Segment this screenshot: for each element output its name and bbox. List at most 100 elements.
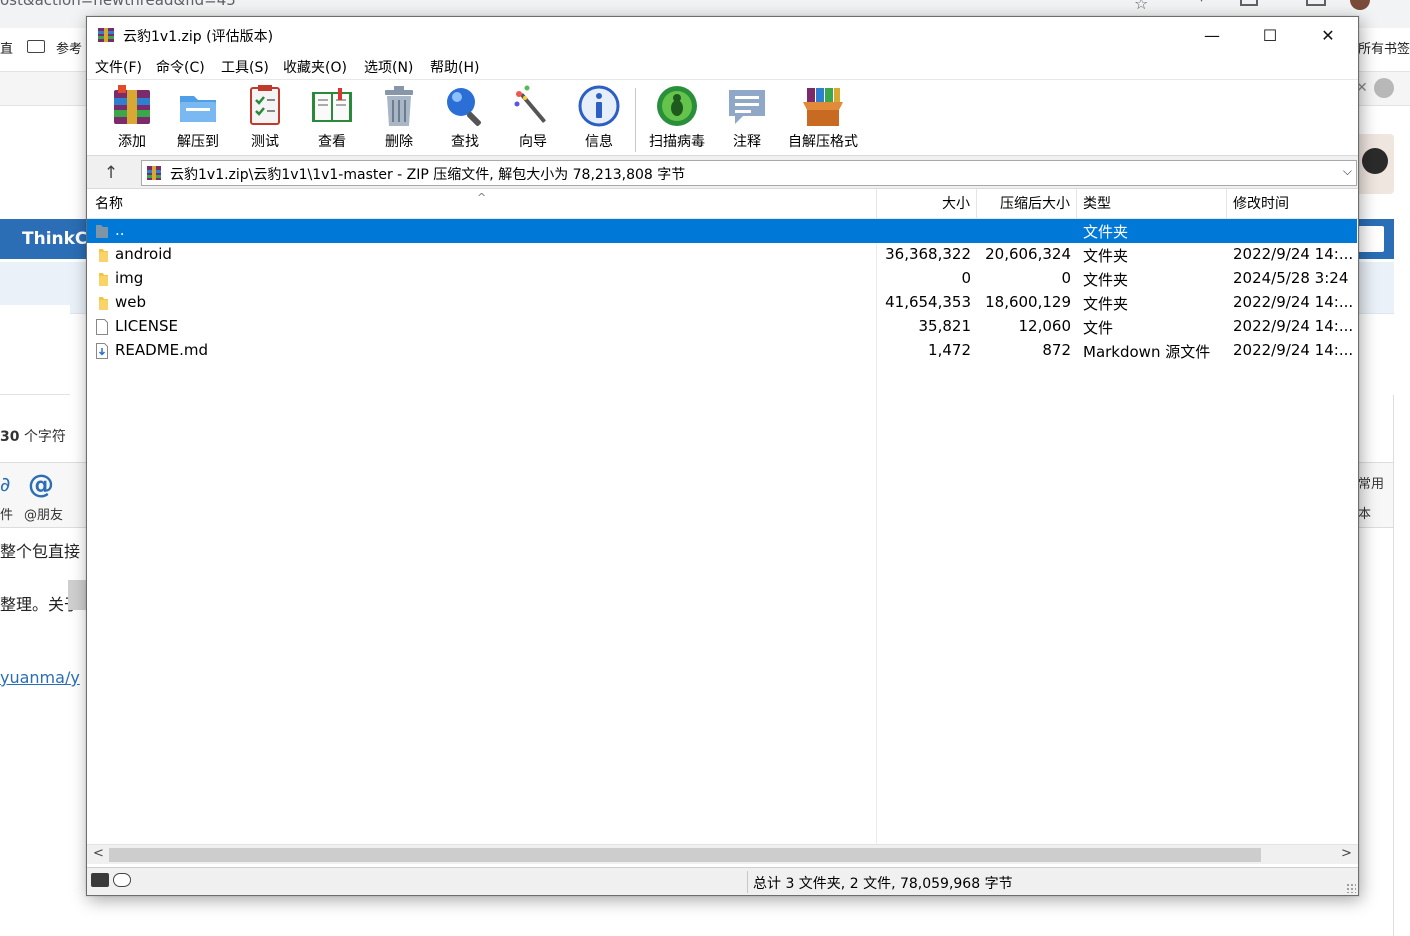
wizard-label: 向导 bbox=[519, 134, 547, 150]
editor-scrollbar[interactable] bbox=[68, 580, 88, 610]
virus-scan-button[interactable]: 扫描病毒 bbox=[645, 84, 709, 154]
delete-icon bbox=[385, 86, 413, 126]
column-name[interactable]: 名称 ^ bbox=[87, 189, 877, 219]
menu-file[interactable]: 文件(F) bbox=[95, 57, 142, 77]
test-button[interactable]: 测试 bbox=[243, 84, 287, 154]
resize-grip[interactable] bbox=[1346, 883, 1356, 893]
status-divider bbox=[747, 871, 748, 893]
file-modified: 2024/5/28 3:24 bbox=[1233, 269, 1349, 287]
char-counter: 30 个字符 bbox=[0, 429, 66, 445]
comment-button[interactable]: 注释 bbox=[725, 84, 769, 154]
attach-label[interactable]: 件 bbox=[0, 504, 13, 523]
address-path: 云豹1v1.zip\云豹1v1\1v1-master - ZIP 压缩文件, 解… bbox=[170, 167, 686, 183]
file-row-img[interactable]: img 0 0 文件夹 2024/5/28 3:24 bbox=[87, 267, 1357, 291]
winrar-window: 云豹1v1.zip (评估版本) — ☐ ✕ 文件(F) 命令(C) 工具(S)… bbox=[86, 16, 1359, 896]
column-modified[interactable]: 修改时间 bbox=[1227, 189, 1357, 219]
close-button[interactable]: ✕ bbox=[1299, 17, 1357, 53]
file-type: 文件夹 bbox=[1083, 295, 1129, 313]
address-row: ↑ 云豹1v1.zip\云豹1v1\1v1-master - ZIP 压缩文件,… bbox=[87, 155, 1358, 189]
right-tab-text[interactable]: 本 bbox=[1358, 503, 1371, 522]
info-icon bbox=[578, 85, 620, 127]
extract-to-button[interactable]: 解压到 bbox=[173, 84, 223, 154]
mention-icon[interactable]: @ bbox=[28, 470, 54, 500]
bookmark-folder-label[interactable]: 参考 bbox=[56, 38, 82, 57]
file-row-android[interactable]: android 36,368,322 20,606,324 文件夹 2022/9… bbox=[87, 243, 1357, 267]
maximize-button[interactable]: ☐ bbox=[1241, 17, 1299, 53]
file-name: img bbox=[115, 269, 144, 287]
profile-avatar[interactable] bbox=[1350, 0, 1370, 10]
delete-label: 删除 bbox=[385, 134, 413, 150]
user-avatar bbox=[1356, 134, 1394, 194]
file-type: 文件夹 bbox=[1083, 247, 1129, 265]
key-icon[interactable] bbox=[113, 873, 131, 887]
attach-icon[interactable]: ∂ bbox=[0, 472, 10, 496]
chevron-down-icon[interactable]: ⌵ bbox=[1343, 164, 1352, 179]
comment-icon bbox=[729, 90, 765, 124]
download-icon[interactable] bbox=[1306, 0, 1326, 6]
info-button[interactable]: 信息 bbox=[577, 84, 621, 154]
test-label: 测试 bbox=[251, 134, 279, 150]
file-name: README.md bbox=[115, 341, 209, 359]
scroll-left-icon[interactable]: < bbox=[93, 846, 104, 861]
column-size[interactable]: 大小 bbox=[877, 189, 977, 219]
file-packed-size: 18,600,129 bbox=[985, 293, 1071, 311]
file-row-readme[interactable]: README.md 1,472 872 Markdown 源文件 2022/9/… bbox=[87, 339, 1357, 363]
menu-help[interactable]: 帮助(H) bbox=[430, 57, 479, 77]
extensions-icon[interactable] bbox=[1240, 0, 1258, 6]
find-button[interactable]: 查找 bbox=[443, 84, 487, 154]
site-brand[interactable]: ThinkC bbox=[22, 229, 87, 249]
column-type[interactable]: 类型 bbox=[1077, 189, 1227, 219]
file-packed-size: 20,606,324 bbox=[985, 245, 1071, 263]
list-header: 名称 ^ 大小 压缩后大小 类型 修改时间 bbox=[87, 189, 1358, 219]
add-button[interactable]: 添加 bbox=[109, 84, 155, 154]
bookmark-left-text[interactable]: 直 bbox=[0, 38, 13, 57]
column-packed-size[interactable]: 压缩后大小 bbox=[977, 189, 1077, 219]
file-packed-size: 0 bbox=[1061, 269, 1071, 287]
site-search-box[interactable] bbox=[1358, 226, 1384, 252]
file-icon bbox=[96, 319, 108, 335]
zip-archive-icon bbox=[147, 166, 161, 180]
palette-icon[interactable] bbox=[1374, 78, 1394, 98]
scroll-right-icon[interactable]: > bbox=[1341, 846, 1352, 861]
sort-ascending-icon: ^ bbox=[477, 191, 487, 204]
menu-favorites[interactable]: 收藏夹(O) bbox=[283, 57, 347, 77]
file-modified: 2022/9/24 14:... bbox=[1233, 245, 1354, 263]
wizard-button[interactable]: 向导 bbox=[511, 84, 555, 154]
wizard-icon bbox=[514, 85, 546, 123]
menu-bar: 文件(F) 命令(C) 工具(S) 收藏夹(O) 选项(N) 帮助(H) bbox=[87, 55, 1358, 79]
sfx-button[interactable]: 自解压格式 bbox=[785, 84, 861, 154]
drive-icon[interactable] bbox=[91, 873, 109, 887]
extract-to-icon bbox=[180, 96, 216, 122]
all-bookmarks-label[interactable]: 所有书签 bbox=[1358, 38, 1410, 57]
side-panel bbox=[0, 305, 70, 395]
winrar-app-icon bbox=[98, 28, 114, 42]
view-button[interactable]: 查看 bbox=[305, 84, 359, 154]
minimize-button[interactable]: — bbox=[1183, 17, 1241, 53]
menu-tools[interactable]: 工具(S) bbox=[221, 57, 269, 77]
file-row-web[interactable]: web 41,654,353 18,600,129 文件夹 2022/9/24 … bbox=[87, 291, 1357, 315]
view-icon bbox=[312, 88, 352, 122]
post-link[interactable]: yuanma/y bbox=[0, 668, 80, 687]
menu-options[interactable]: 选项(N) bbox=[364, 57, 413, 77]
dropdown-icon[interactable]: ▾ bbox=[1198, 0, 1205, 6]
mention-label[interactable]: @朋友 bbox=[24, 504, 63, 523]
folder-icon bbox=[27, 40, 45, 53]
file-row-license[interactable]: LICENSE 35,821 12,060 文件 2022/9/24 14:..… bbox=[87, 315, 1357, 339]
title-bar[interactable]: 云豹1v1.zip (评估版本) — ☐ ✕ bbox=[87, 17, 1358, 53]
view-label: 查看 bbox=[318, 134, 346, 150]
browser-url: ost&action=newthread&fid=45 bbox=[0, 0, 236, 9]
delete-button[interactable]: 删除 bbox=[379, 84, 419, 154]
address-field[interactable]: 云豹1v1.zip\云豹1v1\1v1-master - ZIP 压缩文件, 解… bbox=[141, 160, 1357, 186]
folder-icon bbox=[99, 249, 108, 262]
scrollbar-thumb[interactable] bbox=[109, 848, 1261, 862]
virus-scan-icon bbox=[657, 86, 697, 126]
bookmark-star-icon[interactable]: ☆ bbox=[1134, 0, 1148, 13]
sfx-label: 自解压格式 bbox=[788, 134, 858, 150]
horizontal-scrollbar[interactable]: < > bbox=[87, 844, 1358, 864]
find-icon bbox=[447, 88, 481, 126]
add-label: 添加 bbox=[118, 134, 146, 150]
menu-commands[interactable]: 命令(C) bbox=[156, 57, 205, 77]
file-row-parent[interactable]: .. 文件夹 bbox=[87, 219, 1357, 243]
up-one-level-button[interactable]: ↑ bbox=[95, 160, 127, 186]
right-tab-common[interactable]: 常用 bbox=[1358, 473, 1384, 492]
